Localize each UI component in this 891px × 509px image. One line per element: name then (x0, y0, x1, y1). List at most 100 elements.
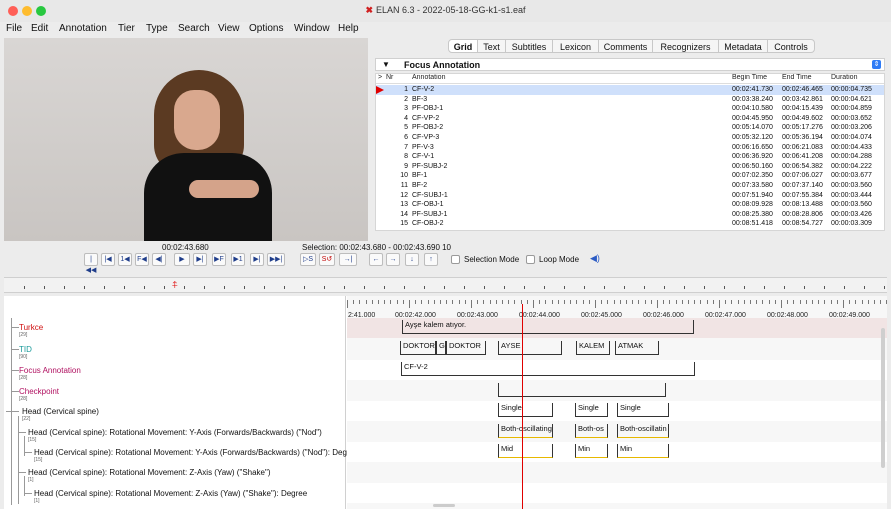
play-button[interactable]: ▶ (174, 253, 190, 266)
previous-pixel-button[interactable]: ◀| (152, 253, 166, 266)
annotation-nod[interactable]: Both-os (575, 424, 608, 438)
table-row[interactable]: 6 CF-VP-3 00:05:32.120 00:05:36.194 00:00:04… (376, 133, 884, 143)
tab-grid[interactable]: Grid (448, 39, 478, 53)
overview-ruler[interactable]: ⍏ (4, 277, 887, 293)
annotation-nod-degree[interactable]: Min (617, 444, 669, 458)
table-row[interactable]: 13 CF-OBJ-1 00:08:09.928 00:08:13.488 00:00:… (376, 200, 884, 210)
tab-controls[interactable]: Controls (768, 39, 815, 53)
table-row[interactable]: 4 CF-VP-2 00:04:45.950 00:04:49.602 00:00:03… (376, 114, 884, 124)
overview-cursor-icon[interactable]: ⍏ (172, 279, 180, 293)
annotation-tracks[interactable]: 2:41.000 00:02:42.000 00:02:43.000 00:02… (347, 296, 887, 509)
vertical-scrollbar[interactable] (881, 328, 885, 468)
table-row[interactable]: 12 CF-SUBJ-1 00:07:51.940 00:07:55.384 00:00… (376, 191, 884, 201)
menu-edit[interactable]: Edit (31, 23, 48, 34)
table-row[interactable]: 3 PF-OBJ-1 00:04:10.580 00:04:15.439 00:00:0… (376, 104, 884, 114)
annotation-head[interactable]: Single (575, 403, 608, 417)
tier-name-head[interactable]: Head (Cervical spine) [22] (22, 407, 99, 422)
table-row[interactable]: 5 PF-OBJ-2 00:05:14.070 00:05:17.276 00:00:0… (376, 123, 884, 133)
tier-name-focus-annotation[interactable]: Focus Annotation [28] (19, 366, 81, 381)
video-viewer[interactable] (4, 38, 368, 241)
horizontal-scrollbar[interactable] (433, 504, 455, 507)
annotation-head[interactable]: Single (617, 403, 669, 417)
next-annotation-button[interactable]: → (386, 253, 400, 266)
annotation-turkce[interactable]: Ayşe kalem atıyor. (402, 320, 694, 334)
tier-select[interactable]: ▼ Focus Annotation ⇕ (375, 58, 885, 71)
previous-annotation-button[interactable]: ← (369, 253, 383, 266)
annotation-nod-degree[interactable]: Min (575, 444, 608, 458)
clear-selection-button[interactable]: S↺ (319, 253, 335, 266)
annotation-head[interactable]: Single (498, 403, 553, 417)
menu-search[interactable]: Search (178, 23, 210, 34)
tier-down-button[interactable]: ↓ (405, 253, 419, 266)
play-selection-button[interactable]: ▷S (300, 253, 316, 266)
annotation-nod-degree[interactable]: Mid (498, 444, 553, 458)
table-row[interactable]: 7 PF-V-3 00:06:16.650 00:06:21.083 00:00:04.… (376, 143, 884, 153)
go-to-end-button[interactable]: ▶▶| (267, 253, 285, 266)
header-duration[interactable]: Duration (831, 74, 857, 81)
annotation-tid[interactable]: KALEM (576, 341, 610, 355)
previous-scrollview-button[interactable]: |◀ (101, 253, 115, 266)
track-shake[interactable] (347, 463, 887, 483)
previous-frame-button[interactable]: F◀ (135, 253, 149, 266)
tier-name-shake[interactable]: Head (Cervical spine): Rotational Moveme… (28, 468, 271, 483)
selection-mode-checkbox[interactable] (451, 255, 460, 264)
next-pixel-button[interactable]: ▶| (193, 253, 207, 266)
table-row[interactable]: 8 CF-V-1 00:06:36.920 00:06:41.208 00:00:04.… (376, 152, 884, 162)
go-to-begin-button[interactable]: |◀◀ (84, 253, 98, 274)
timeline-viewer[interactable]: Turkce [29] TID [90] Focus Annotation [28] … (4, 296, 887, 509)
annotation-tid[interactable]: AYSE (498, 341, 562, 355)
annotation-focus[interactable]: CF-V-2 (401, 362, 695, 376)
annotation-checkpoint[interactable] (498, 383, 666, 397)
annotation-grid[interactable]: > Nr Annotation Begin Time End Time Dura… (375, 73, 885, 231)
previous-second-button[interactable]: 1◀ (118, 253, 132, 266)
annotation-tid[interactable]: ATMAK (615, 341, 659, 355)
tier-name-turkce[interactable]: Turkce [29] (19, 323, 43, 338)
menu-help[interactable]: Help (338, 23, 359, 34)
table-row[interactable]: 10 BF-1 00:07:02.350 00:07:06.027 00:00:03.6… (376, 171, 884, 181)
dropdown-icon[interactable]: ⇕ (872, 60, 881, 69)
menu-options[interactable]: Options (249, 23, 283, 34)
tier-name-checkpoint[interactable]: Checkpoint [28] (19, 387, 59, 402)
table-row[interactable]: 1 CF-V-2 00:02:41.730 00:02:46.465 00:00:04.… (376, 85, 884, 95)
header-end-time[interactable]: End Time (782, 74, 812, 81)
table-row[interactable]: 11 BF-2 00:07:33.580 00:07:37.140 00:00:03.5… (376, 181, 884, 191)
playhead-crosshair[interactable] (522, 304, 523, 509)
header-sort[interactable]: > (378, 74, 382, 81)
annotation-nod[interactable]: Both-oscillatin (617, 424, 669, 438)
tab-text[interactable]: Text (478, 39, 506, 53)
tab-subtitles[interactable]: Subtitles (506, 39, 553, 53)
menu-file[interactable]: File (6, 23, 22, 34)
next-second-button[interactable]: ▶1 (231, 253, 245, 266)
loop-mode-checkbox[interactable] (526, 255, 535, 264)
table-row[interactable]: 2 BF-3 00:03:38.240 00:03:42.861 00:00:04.62… (376, 95, 884, 105)
speaker-icon[interactable]: ◀) (590, 253, 600, 264)
header-begin-time[interactable]: Begin Time (732, 74, 767, 81)
selection-boundary-button[interactable]: →| (339, 253, 357, 266)
annotation-tid[interactable]: DOKTOR (400, 341, 436, 355)
tier-name-tid[interactable]: TID [90] (19, 345, 32, 360)
table-row[interactable]: 14 PF-SUBJ-1 00:08:25.380 00:08:28.806 00:00… (376, 210, 884, 220)
tab-recognizers[interactable]: Recognizers (653, 39, 719, 53)
header-nr[interactable]: Nr (386, 74, 393, 81)
header-annotation[interactable]: Annotation (412, 74, 445, 81)
track-shake-degree[interactable] (347, 483, 887, 503)
annotation-nod[interactable]: Both-oscillating (498, 424, 553, 438)
table-row[interactable]: 15 CF-OBJ-2 00:08:51.418 00:08:54.727 00:00:… (376, 219, 884, 229)
tab-metadata[interactable]: Metadata (719, 39, 768, 53)
menu-annotation[interactable]: Annotation (59, 23, 107, 34)
tab-comments[interactable]: Comments (599, 39, 653, 53)
annotation-tid[interactable]: G (436, 341, 446, 355)
table-row[interactable]: 9 PF-SUBJ-2 00:06:50.160 00:06:54.382 00:00:… (376, 162, 884, 172)
next-frame-button[interactable]: ▶F (212, 253, 226, 266)
annotation-tid[interactable]: DOKTOR (446, 341, 486, 355)
next-scrollview-button[interactable]: ▶| (250, 253, 264, 266)
menu-window[interactable]: Window (294, 23, 330, 34)
tier-up-button[interactable]: ↑ (424, 253, 438, 266)
tier-name-nod-degree[interactable]: Head (Cervical spine): Rotational Moveme… (34, 448, 358, 463)
menu-tier[interactable]: Tier (118, 23, 135, 34)
menu-view[interactable]: View (218, 23, 240, 34)
tier-name-nod[interactable]: Head (Cervical spine): Rotational Moveme… (28, 428, 322, 443)
tab-lexicon[interactable]: Lexicon (553, 39, 599, 53)
tier-name-shake-degree[interactable]: Head (Cervical spine): Rotational Moveme… (34, 489, 307, 504)
menu-type[interactable]: Type (146, 23, 168, 34)
